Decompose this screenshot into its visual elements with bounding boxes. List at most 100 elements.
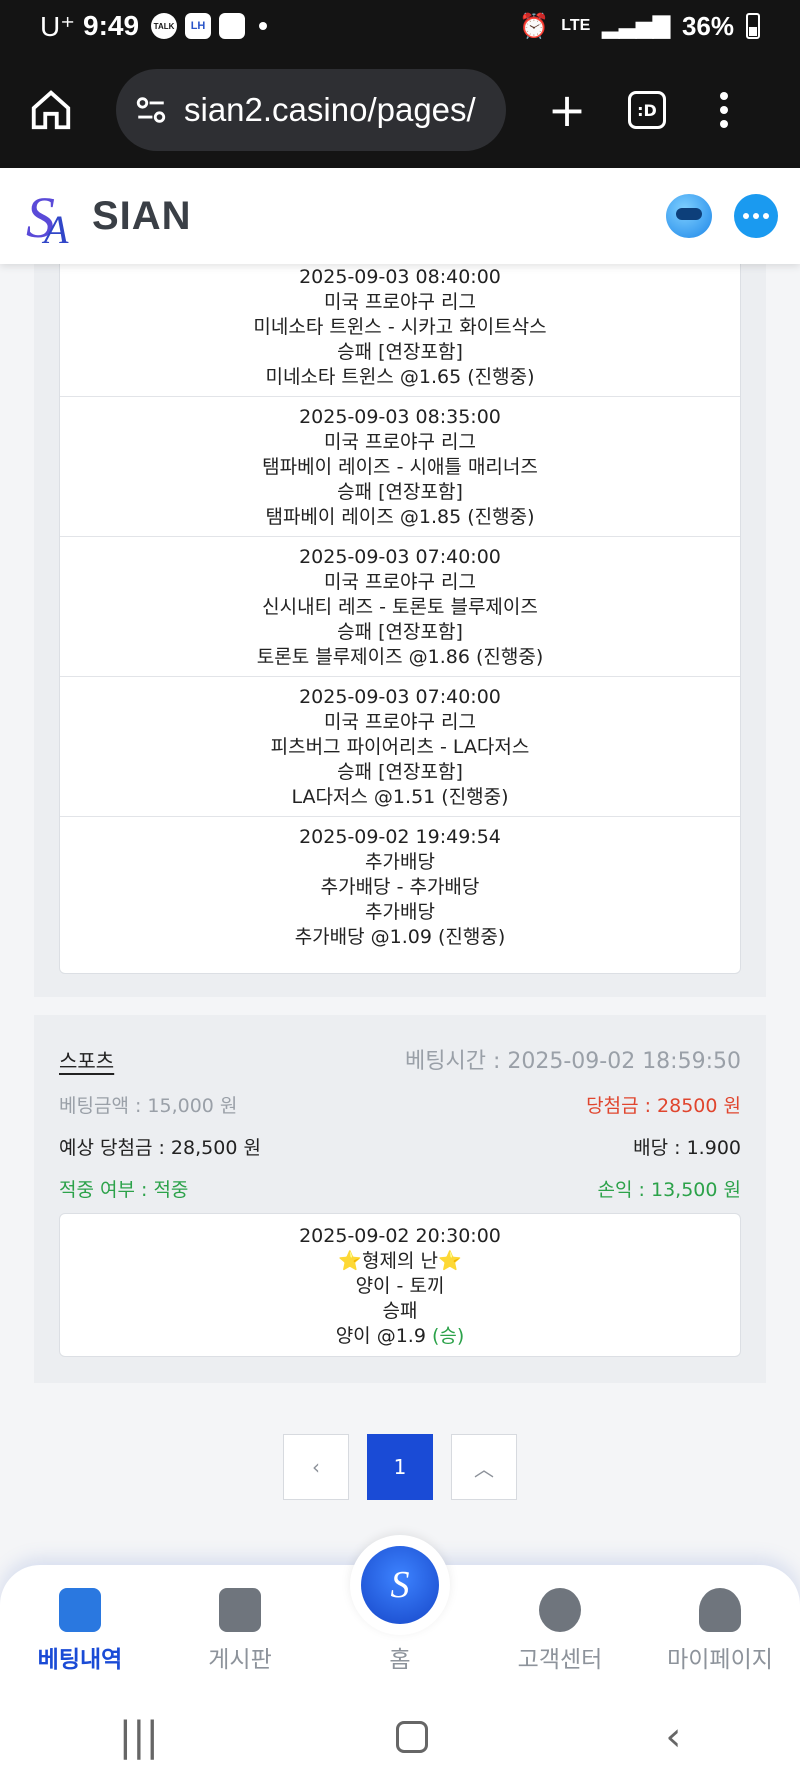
leg-pick: 추가배당 @1.09 (진행중)	[294, 926, 506, 948]
address-bar[interactable]: sian2.casino/pages/	[116, 69, 506, 151]
site-header: SA SIAN	[0, 168, 800, 264]
hit-status: 적중 여부 : 적중	[59, 1178, 189, 1201]
nav-mypage[interactable]: 마이페이지	[650, 1588, 790, 1674]
nav-support[interactable]: 고객센터	[490, 1588, 630, 1674]
leg-league: ⭐형제의 난⭐	[338, 1250, 462, 1272]
leg-league: 미국 프로야구 리그	[324, 571, 476, 593]
battery-level: 36%	[681, 10, 734, 41]
page-1-button[interactable]: 1	[367, 1434, 433, 1500]
nav-label: 마이페이지	[667, 1647, 773, 1673]
home-system-button[interactable]	[396, 1721, 429, 1753]
logo-icon[interactable]: SA	[22, 183, 82, 249]
alarm-icon: ⏰	[519, 12, 550, 40]
bet-leg: 2025-09-03 07:40:00 미국 프로야구 리그 신시내티 레즈 -…	[60, 537, 740, 677]
user-icon	[699, 1588, 741, 1632]
leg-pick: 토론토 블루제이즈 @1.86 (진행중)	[256, 646, 544, 668]
leg-match: 피츠버그 파이어리츠 - LA다저스	[270, 736, 530, 758]
win-amount: 당첨금 : 28500 원	[586, 1094, 741, 1117]
leg-match: 추가배당 - 추가배당	[320, 876, 480, 898]
tab-switcher-button[interactable]: :D	[628, 91, 666, 129]
leg-match: 신시내티 레즈 - 토론토 블루제이즈	[262, 596, 538, 618]
battery-icon	[746, 13, 760, 39]
svg-text:A: A	[41, 207, 69, 249]
lh-icon: LH	[185, 13, 212, 39]
bottom-nav: 베팅내역 게시판 홈 고객센터 마이페이지 S 홈	[0, 1535, 800, 1690]
board-icon	[219, 1588, 261, 1632]
leg-market: 승패 [연장포함]	[337, 621, 463, 643]
new-tab-button[interactable]: +	[544, 83, 590, 137]
bet-legs: 2025-09-02 20:30:00 ⭐형제의 난⭐ 양이 - 토끼 승패 양…	[59, 1213, 741, 1357]
bet-leg: 2025-09-03 07:40:00 미국 프로야구 리그 피츠버그 파이어리…	[60, 677, 740, 817]
bet-leg: 2025-09-02 19:49:54 추가배당 추가배당 - 추가배당 추가배…	[60, 817, 740, 956]
leg-pick: LA다저스 @1.51 (진행중)	[291, 786, 509, 808]
chat-icon[interactable]	[734, 194, 778, 238]
leg-market: 승패 [연장포함]	[337, 761, 463, 783]
support-bot-icon[interactable]	[666, 194, 712, 238]
nav-board[interactable]: 게시판	[170, 1588, 310, 1674]
recent-apps-button[interactable]: |||	[119, 1714, 159, 1760]
url-text: sian2.casino/pages/	[184, 91, 476, 128]
pagination: ‹ 1 ︿	[0, 1434, 800, 1500]
system-navigation-bar: ||| ‹	[0, 1690, 800, 1784]
scroll-top-button[interactable]: ︿	[451, 1434, 517, 1500]
leg-market: 추가배당	[365, 901, 435, 923]
headset-icon	[539, 1588, 581, 1632]
leg-market: 승패 [연장포함]	[337, 341, 463, 363]
nav-home-label[interactable]: 홈	[350, 1640, 450, 1674]
leg-pick: 미네소타 트윈스 @1.65 (진행중)	[265, 366, 535, 388]
leg-pick: 양이 @1.9 (승)	[60, 1324, 740, 1349]
home-icon[interactable]	[28, 87, 74, 133]
leg-market: 승패	[382, 1300, 418, 1322]
nav-label: 고객센터	[517, 1647, 603, 1673]
leg-league: 미국 프로야구 리그	[324, 711, 476, 733]
bet-history-list[interactable]: 2025-09-03 08:40:00 미국 프로야구 리그 미네소타 트윈스 …	[0, 264, 800, 1564]
bet-legs: 2025-09-03 08:40:00 미국 프로야구 리그 미네소타 트윈스 …	[59, 264, 741, 974]
carrier: U⁺	[40, 10, 75, 42]
calendar-icon	[59, 1588, 101, 1632]
bet-summary: 스포츠 베팅시간 : 2025-09-02 18:59:50 베팅금액 : 15…	[59, 1035, 741, 1209]
nav-label: 베팅내역	[37, 1647, 123, 1673]
leg-league: 미국 프로야구 리그	[324, 291, 476, 313]
brand-name[interactable]: SIAN	[92, 194, 192, 239]
network-type: LTE	[561, 17, 591, 34]
browser-toolbar: sian2.casino/pages/ + :D	[0, 52, 800, 168]
site-settings-icon[interactable]	[134, 93, 168, 127]
leg-time: 2025-09-03 07:40:00	[299, 546, 501, 568]
prev-page-button[interactable]: ‹	[283, 1434, 349, 1500]
bet-leg: 2025-09-02 20:30:00 ⭐형제의 난⭐ 양이 - 토끼 승패 양…	[60, 1214, 740, 1355]
bet-time: 베팅시간 : 2025-09-02 18:59:50	[404, 1049, 741, 1074]
gallery-icon	[219, 13, 246, 39]
leg-time: 2025-09-02 20:30:00	[299, 1225, 501, 1247]
leg-pick: 탬파베이 레이즈 @1.85 (진행중)	[265, 506, 535, 528]
bet-odds: 배당 : 1.900	[633, 1136, 741, 1159]
leg-time: 2025-09-03 08:35:00	[299, 406, 501, 428]
expected-win: 예상 당첨금 : 28,500 원	[59, 1136, 261, 1159]
clock: 9:49	[83, 10, 140, 41]
leg-match: 양이 - 토끼	[355, 1275, 445, 1297]
back-button[interactable]: ‹	[665, 1714, 681, 1760]
leg-market: 승패 [연장포함]	[337, 481, 463, 503]
menu-icon[interactable]	[720, 92, 728, 128]
status-bar: U⁺ 9:49 TALK LH ⏰ LTE ▂▃▅▇ 36%	[0, 0, 800, 52]
bet-leg: 2025-09-03 08:35:00 미국 프로야구 리그 탬파베이 레이즈 …	[60, 397, 740, 537]
nav-bet-history[interactable]: 베팅내역	[10, 1588, 150, 1674]
nav-home-button[interactable]: S	[350, 1535, 450, 1635]
leg-match: 탬파베이 레이즈 - 시애틀 매리너즈	[262, 456, 538, 478]
bet-leg: 2025-09-03 08:40:00 미국 프로야구 리그 미네소타 트윈스 …	[60, 264, 740, 397]
more-notifications-icon	[259, 22, 268, 30]
bet-category: 스포츠	[59, 1048, 115, 1073]
bet-amount: 베팅금액 : 15,000 원	[59, 1094, 238, 1117]
home-logo-icon: S	[361, 1546, 439, 1624]
signal-icon: ▂▃▅▇	[602, 13, 670, 38]
leg-pick-text: 양이 @1.9	[335, 1325, 432, 1347]
leg-league: 미국 프로야구 리그	[324, 431, 476, 453]
profit: 손익 : 13,500 원	[597, 1178, 741, 1201]
leg-league: 추가배당	[365, 851, 435, 873]
nav-label: 게시판	[208, 1647, 272, 1673]
leg-result: (승)	[431, 1325, 465, 1347]
leg-match: 미네소타 트윈스 - 시카고 화이트삭스	[253, 316, 547, 338]
leg-time: 2025-09-02 19:49:54	[299, 826, 501, 848]
leg-time: 2025-09-03 07:40:00	[299, 686, 501, 708]
talk-icon: TALK	[151, 13, 178, 39]
leg-time: 2025-09-03 08:40:00	[299, 266, 501, 288]
